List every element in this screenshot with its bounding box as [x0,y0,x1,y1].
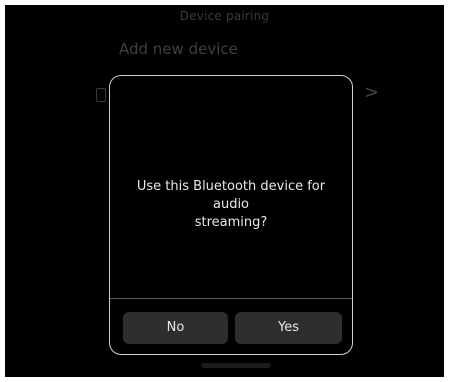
bottom-handle-bar [201,363,271,368]
yes-button[interactable]: Yes [235,312,342,344]
add-new-device-heading: Add new device [119,40,238,58]
dialog-message: Use this Bluetooth device for audio stre… [120,178,342,232]
screen: Device pairing Add new device > Use this… [5,5,444,377]
dialog-message-line1: Use this Bluetooth device for audio [136,179,326,212]
phone-icon [96,88,106,102]
bluetooth-audio-dialog: Use this Bluetooth device for audio stre… [109,75,353,355]
page-title: Device pairing [179,9,270,23]
chevron-right-icon: > [364,82,380,103]
no-button[interactable]: No [123,312,228,344]
dialog-message-line2: streaming? [194,215,268,230]
dialog-divider [110,298,352,299]
